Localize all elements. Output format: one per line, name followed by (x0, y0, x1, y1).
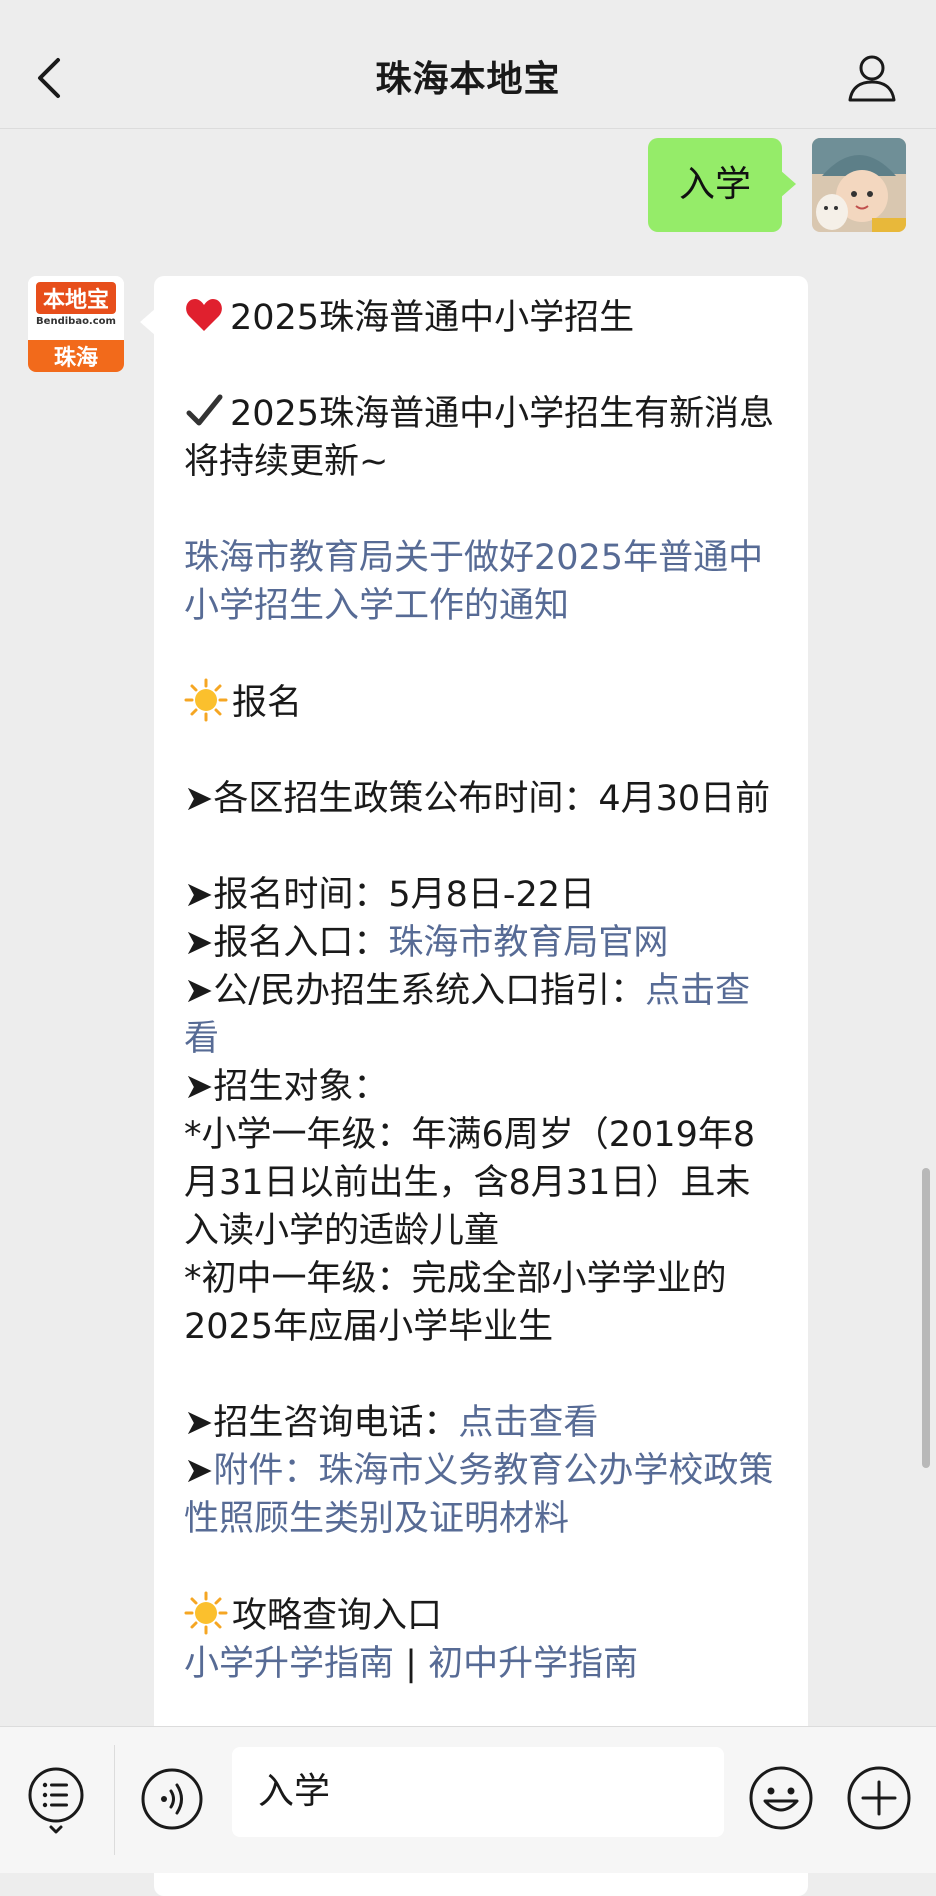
guide-separator: | (394, 1644, 429, 1684)
hotline-label: ➤招生咨询电话： (184, 1403, 459, 1443)
publish-time: ➤各区招生政策公布时间：4月30日前 (184, 779, 771, 819)
user-message-bubble[interactable]: 入学 (648, 138, 796, 232)
emoji-icon[interactable] (748, 1765, 814, 1831)
register-entry-label: ➤报名入口： (184, 923, 389, 963)
heart-icon (186, 299, 222, 331)
register-time: ➤报名时间：5月8日-22日 (184, 875, 596, 915)
avatar-url: Bendibao.com (36, 316, 116, 327)
target-middle: *初中一年级：完成全部小学学业的2025年应届小学毕业生 (184, 1259, 727, 1347)
notice-link[interactable]: 珠海市教育局关于做好2025年普通中小学招生入学工作的通知 (184, 534, 784, 630)
target-label: ➤招生对象： (184, 1067, 389, 1107)
system-guide-label: ➤公/民办招生系统入口指引： (184, 971, 646, 1011)
bar-divider (114, 1745, 115, 1855)
bot-message-content: 2025珠海普通中小学招生 2025珠海普通中小学招生有新消息将持续更新~ 珠海… (184, 294, 784, 1688)
page-title: 珠海本地宝 (375, 59, 561, 100)
guide-primary-link[interactable]: 小学升学指南 (184, 1644, 394, 1684)
guide-middle-link[interactable]: 初中升学指南 (428, 1644, 638, 1684)
guide-links: 小学升学指南 | 初中升学指南 (184, 1640, 784, 1688)
profile-icon[interactable] (846, 52, 898, 104)
check-icon (186, 394, 223, 426)
sun-icon (184, 1591, 228, 1635)
register-entry-link[interactable]: 珠海市教育局官网 (388, 923, 668, 963)
avatar-brand: 本地宝 (36, 282, 116, 314)
section-guide: 攻略查询入口 (184, 1591, 784, 1640)
attachment-link[interactable]: 附件：珠海市义务教育公办学校政策性照顾生类别及证明材料 (184, 1451, 773, 1539)
message-input[interactable]: 入学 (232, 1747, 724, 1837)
input-bar: 入学 (0, 1726, 936, 1873)
system-guide: ➤公/民办招生系统入口指引：点击查看 (184, 967, 784, 1063)
avatar-city: 珠海 (28, 340, 124, 372)
menu-list-icon[interactable] (26, 1765, 86, 1835)
target-primary: *小学一年级：年满6周岁（2019年8月31日以前出生，含8月31日）且未入读小… (184, 1115, 756, 1251)
voice-icon[interactable] (140, 1767, 204, 1831)
update-note: 2025珠海普通中小学招生有新消息将持续更新~ (184, 390, 784, 486)
bot-message-bubble: 2025珠海普通中小学招生 2025珠海普通中小学招生有新消息将持续更新~ 珠海… (140, 276, 808, 1896)
scrollbar-thumb[interactable] (922, 1168, 930, 1468)
section-register-text: 报名 (232, 683, 303, 723)
section-guide-text: 攻略查询入口 (232, 1596, 443, 1636)
plus-icon[interactable] (846, 1765, 912, 1831)
heading-text: 2025珠海普通中小学招生 (230, 298, 635, 338)
user-avatar[interactable] (812, 138, 906, 232)
message-heading: 2025珠海普通中小学招生 (184, 294, 784, 342)
section-register: 报名 (184, 678, 784, 727)
hotline: ➤招生咨询电话：点击查看 (184, 1399, 784, 1447)
sun-icon (184, 678, 228, 722)
update-note-text: 2025珠海普通中小学招生有新消息将持续更新~ (184, 394, 775, 482)
attachment-label: ➤ (184, 1451, 214, 1491)
official-account-avatar[interactable]: 本地宝 Bendibao.com 珠海 (28, 276, 124, 372)
attachment: ➤附件：珠海市义务教育公办学校政策性照顾生类别及证明材料 (184, 1447, 784, 1543)
header: 珠海本地宝 (0, 0, 936, 129)
register-entry: ➤报名入口：珠海市教育局官网 (184, 919, 784, 967)
hotline-link[interactable]: 点击查看 (458, 1403, 598, 1443)
